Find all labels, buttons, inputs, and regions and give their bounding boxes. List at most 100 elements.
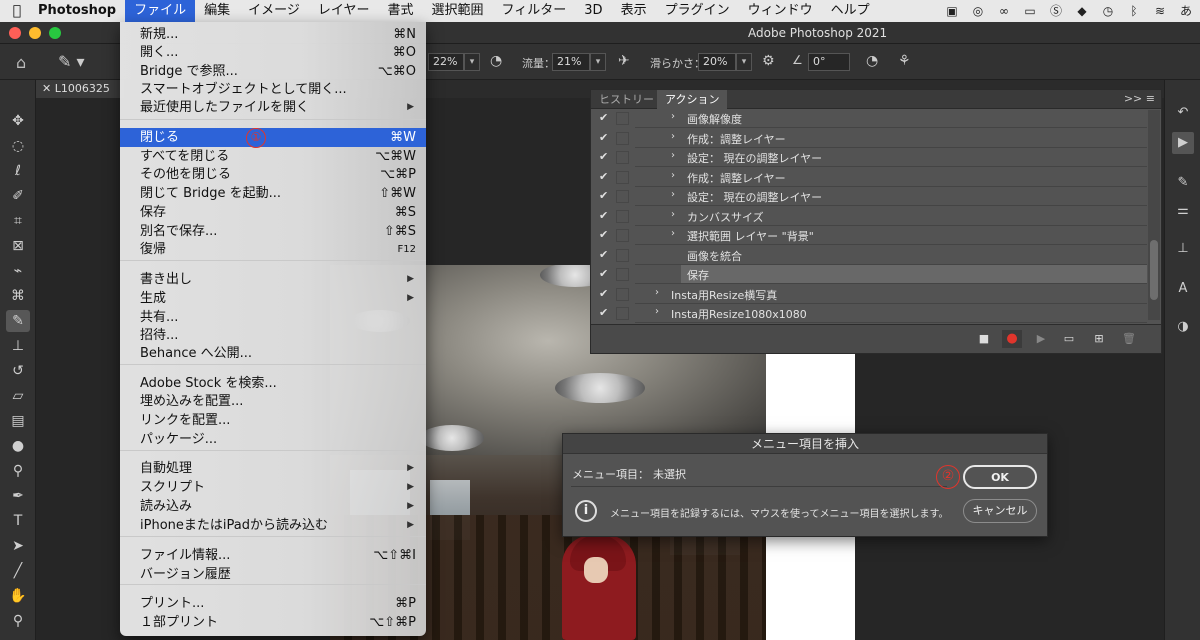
- toggle-item-checkmark-icon[interactable]: ✔: [599, 267, 608, 280]
- action-set-row[interactable]: ✔ › Insta用Resize1080x1080: [591, 304, 1147, 324]
- stamp-tool-icon[interactable]: ⊥: [6, 335, 30, 357]
- menu-version-history[interactable]: バージョン履歴: [120, 565, 426, 584]
- document-tab[interactable]: ✕ L1006325: [36, 80, 124, 98]
- menu-open[interactable]: 開く... ⌘O: [120, 43, 426, 62]
- dialog-toggle-box[interactable]: [616, 248, 629, 262]
- menu-close-and-bridge[interactable]: 閉じて Bridge を起動... ⇧⌘W: [120, 184, 426, 203]
- scroll-thumb[interactable]: [1150, 240, 1158, 300]
- angle-field[interactable]: 0°: [808, 53, 850, 71]
- smoothing-field[interactable]: 20%: [698, 53, 736, 71]
- gradient-tool-icon[interactable]: ▤: [6, 410, 30, 432]
- dialog-toggle-box[interactable]: [616, 112, 629, 125]
- menu-place-linked[interactable]: リンクを配置...: [120, 411, 426, 430]
- healing-tool-icon[interactable]: ⌘: [6, 285, 30, 307]
- history-panel-icon[interactable]: ↶: [1172, 102, 1194, 124]
- action-step-row[interactable]: ✔ › 設定： 現在の調整レイヤー: [591, 148, 1147, 168]
- menu-generate[interactable]: 生成 ▶: [120, 289, 426, 308]
- menu-export[interactable]: 書き出し ▶: [120, 270, 426, 289]
- stop-icon[interactable]: ■: [974, 330, 994, 348]
- menu-share[interactable]: 共有...: [120, 308, 426, 327]
- expand-chevron-icon[interactable]: ›: [671, 209, 675, 220]
- lasso-tool-icon[interactable]: ℓ: [6, 160, 30, 182]
- menu-invite[interactable]: 招待...: [120, 326, 426, 345]
- toggle-item-checkmark-icon[interactable]: ✔: [599, 228, 608, 241]
- touch-bar-icon[interactable]: ▣: [944, 4, 960, 18]
- brushes-panel-icon[interactable]: ✎: [1172, 172, 1194, 194]
- blur-tool-icon[interactable]: ●: [6, 435, 30, 457]
- expand-chevron-icon[interactable]: ›: [671, 150, 675, 161]
- gear-icon[interactable]: ⚙: [762, 53, 775, 69]
- tab-close-icon[interactable]: ✕: [42, 82, 55, 95]
- wifi-icon[interactable]: ≋: [1152, 4, 1168, 18]
- menu-photoshop[interactable]: Photoshop: [28, 0, 125, 22]
- clone-source-icon[interactable]: ⊥: [1172, 238, 1194, 260]
- action-step-row[interactable]: ✔ › 設定： 現在の調整レイヤー: [591, 187, 1147, 207]
- airbrush-icon[interactable]: ✈: [618, 53, 630, 69]
- menu-select[interactable]: 選択範囲: [423, 0, 493, 22]
- menu-image[interactable]: イメージ: [239, 0, 309, 22]
- brush-settings-icon[interactable]: ⚌: [1172, 200, 1194, 222]
- toggle-item-checkmark-icon[interactable]: ✔: [599, 131, 608, 144]
- expand-chevron-icon[interactable]: ›: [671, 111, 675, 122]
- play-icon[interactable]: ▶: [1031, 330, 1051, 348]
- path-select-tool-icon[interactable]: ➤: [6, 535, 30, 557]
- menu-print[interactable]: プリント... ⌘P: [120, 594, 426, 613]
- action-set-row[interactable]: ✔ › Insta用Resize横写真: [591, 285, 1147, 305]
- brush-preset-icon[interactable]: ✎ ▾: [58, 52, 85, 71]
- toggle-item-checkmark-icon[interactable]: ✔: [599, 111, 608, 124]
- quick-select-tool-icon[interactable]: ✐: [6, 185, 30, 207]
- input-method[interactable]: あ: [1178, 4, 1194, 18]
- toggle-item-checkmark-icon[interactable]: ✔: [599, 248, 608, 261]
- bluetooth-icon[interactable]: ᛒ: [1126, 4, 1142, 18]
- menu-close[interactable]: 閉じる ⌘W: [120, 128, 426, 147]
- action-step-row[interactable]: ✔ › 作成：調整レイヤー: [591, 168, 1147, 188]
- dialog-toggle-box[interactable]: [616, 170, 629, 184]
- history-brush-tool-icon[interactable]: ↺: [6, 360, 30, 382]
- panel-scrollbar[interactable]: [1148, 110, 1160, 320]
- marquee-tool-icon[interactable]: ◌: [6, 135, 30, 157]
- type-tool-icon[interactable]: T: [6, 510, 30, 532]
- flow-field[interactable]: 21%: [552, 53, 590, 71]
- tab-history[interactable]: ヒストリー: [591, 90, 662, 109]
- menu-plugins[interactable]: プラグイン: [656, 0, 739, 22]
- dialog-toggle-box[interactable]: [616, 307, 629, 320]
- action-step-row[interactable]: ✔ 画像を統合: [591, 246, 1147, 266]
- panel-menu[interactable]: >> ≡: [1124, 92, 1155, 105]
- record-icon[interactable]: ●: [1002, 330, 1022, 348]
- expand-chevron-icon[interactable]: ›: [655, 306, 659, 317]
- menu-scripts[interactable]: スクリプト ▶: [120, 478, 426, 497]
- action-step-row[interactable]: ✔ › 選択範囲 レイヤー "背景": [591, 226, 1147, 246]
- dialog-toggle-box[interactable]: [616, 190, 629, 203]
- menu-place-embedded[interactable]: 埋め込みを配置...: [120, 392, 426, 411]
- menu-window[interactable]: ウィンドウ: [739, 0, 822, 22]
- toggle-item-checkmark-icon[interactable]: ✔: [599, 170, 608, 183]
- actions-panel-icon[interactable]: ▶: [1172, 132, 1194, 154]
- menu-save[interactable]: 保存 ⌘S: [120, 203, 426, 222]
- menu-close-all[interactable]: すべてを閉じる ⌥⌘W: [120, 147, 426, 166]
- menu-search-stock[interactable]: Adobe Stock を検索...: [120, 374, 426, 393]
- dialog-toggle-box[interactable]: [616, 209, 629, 223]
- hand-tool-icon[interactable]: ✋: [6, 585, 30, 607]
- menu-package[interactable]: パッケージ...: [120, 430, 426, 449]
- expand-chevron-icon[interactable]: ›: [671, 189, 675, 200]
- menu-help[interactable]: ヘルプ: [822, 0, 879, 22]
- action-step-row[interactable]: ✔ › 作成：調整レイヤー: [591, 129, 1147, 149]
- menu-3d[interactable]: 3D: [575, 0, 611, 22]
- menu-automate[interactable]: 自動処理 ▶: [120, 459, 426, 478]
- menu-import[interactable]: 読み込み ▶: [120, 497, 426, 516]
- opacity-dropdown[interactable]: ▾: [464, 53, 480, 71]
- toggle-item-checkmark-icon[interactable]: ✔: [599, 287, 608, 300]
- menu-file-info[interactable]: ファイル情報... ⌥⇧⌘I: [120, 546, 426, 565]
- brush-tool-icon[interactable]: ✎: [6, 310, 30, 332]
- frame-tool-icon[interactable]: ⊠: [6, 235, 30, 257]
- expand-chevron-icon[interactable]: ›: [671, 131, 675, 142]
- s-icon[interactable]: Ⓢ: [1048, 4, 1064, 18]
- menu-browse-bridge[interactable]: Bridge で参照... ⌥⌘O: [120, 62, 426, 81]
- menu-file[interactable]: ファイル: [125, 0, 196, 22]
- line-tool-icon[interactable]: ╱: [6, 560, 30, 582]
- new-set-icon[interactable]: ▭: [1059, 330, 1079, 348]
- menu-layer[interactable]: レイヤー: [309, 0, 379, 22]
- home-icon[interactable]: ⌂: [16, 53, 26, 72]
- bag-icon[interactable]: ◆: [1074, 4, 1090, 18]
- move-tool-icon[interactable]: ✥: [6, 110, 30, 132]
